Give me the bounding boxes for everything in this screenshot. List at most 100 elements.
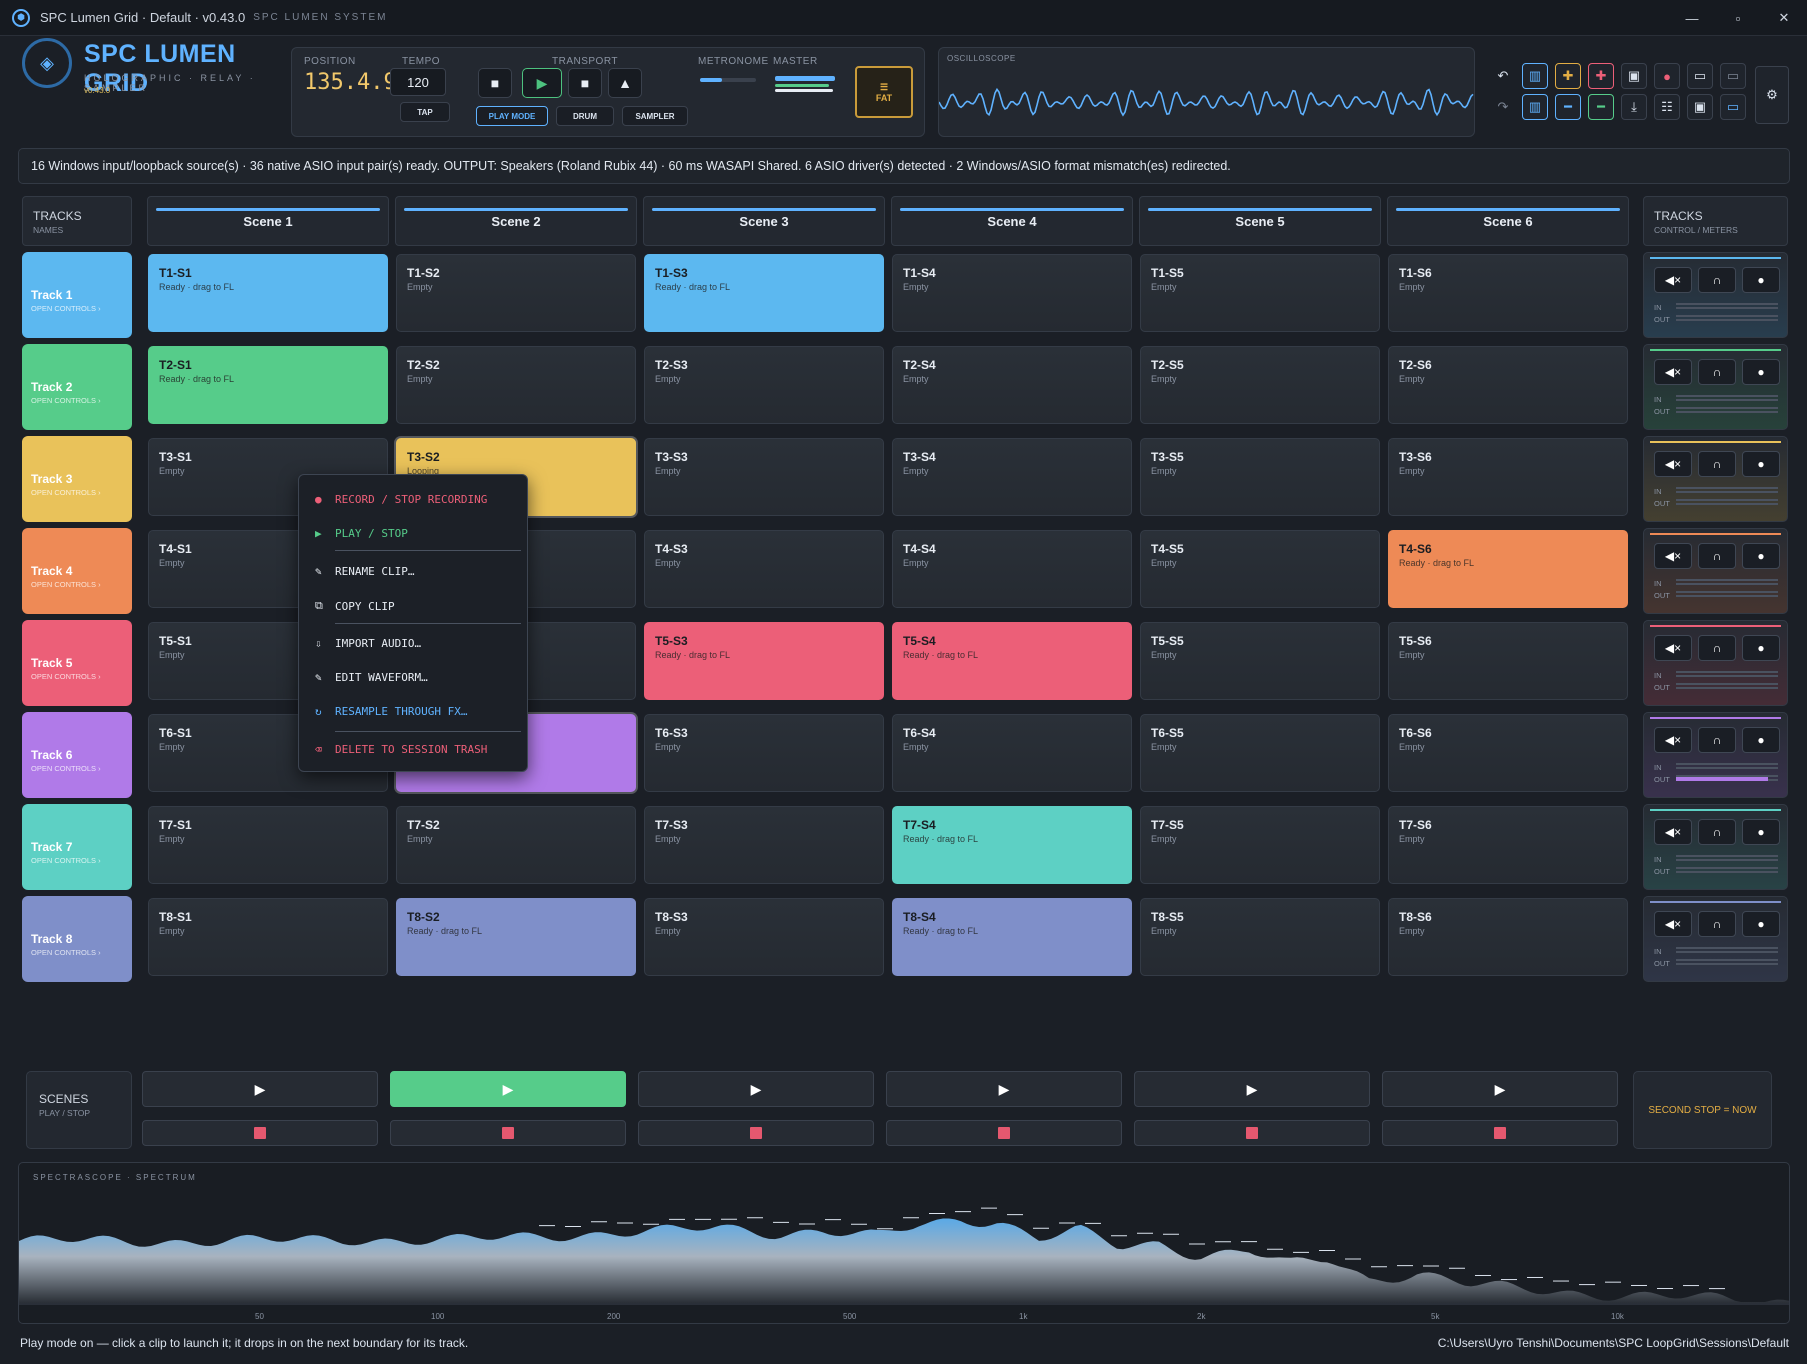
clip-slot[interactable]: T7-S2 Empty — [396, 806, 636, 884]
clip-slot[interactable]: T6-S5 Empty — [1140, 714, 1380, 792]
metronome-slider[interactable] — [700, 78, 756, 82]
tap-button[interactable]: TAP — [400, 102, 450, 122]
scene-header-4[interactable]: Scene 4 — [891, 196, 1133, 246]
clip-slot[interactable]: T4-S3 Empty — [644, 530, 884, 608]
stop-button[interactable]: ■ — [478, 68, 512, 98]
metronome-button[interactable]: ▲ — [608, 68, 642, 98]
clip-slot[interactable]: T6-S3 Empty — [644, 714, 884, 792]
add-scene-button[interactable]: ✚ — [1588, 63, 1614, 89]
clip-slot[interactable]: T4-S6 Ready · drag to FL — [1388, 530, 1628, 608]
mute-button[interactable]: ◀× — [1654, 451, 1692, 477]
track-button-2[interactable]: Track 2 OPEN CONTROLS › — [22, 344, 132, 430]
clip-slot[interactable]: T2-S3 Empty — [644, 346, 884, 424]
scene-play-button-6[interactable]: ▶ — [1382, 1071, 1618, 1107]
clip-slot[interactable]: T7-S6 Empty — [1388, 806, 1628, 884]
context-menu-item[interactable]: ▶ PLAY / STOP — [315, 527, 408, 540]
context-menu-item[interactable]: ↻ RESAMPLE THROUGH FX… — [315, 705, 467, 718]
clip-slot[interactable]: T8-S6 Empty — [1388, 898, 1628, 976]
scene-play-button-2[interactable]: ▶ — [390, 1071, 626, 1107]
fat-button[interactable]: ☰ FAT — [855, 66, 913, 118]
mute-button[interactable]: ◀× — [1654, 359, 1692, 385]
minimize-button[interactable]: — — [1669, 0, 1715, 36]
mute-button[interactable]: ◀× — [1654, 267, 1692, 293]
mute-button[interactable]: ◀× — [1654, 727, 1692, 753]
second-stop-button[interactable]: SECOND STOP = NOW — [1633, 1071, 1772, 1149]
scene-play-button-3[interactable]: ▶ — [638, 1071, 874, 1107]
clip-slot[interactable]: T4-S4 Empty — [892, 530, 1132, 608]
arm-record-button[interactable]: ● — [1742, 911, 1780, 937]
track-button-1[interactable]: Track 1 OPEN CONTROLS › — [22, 252, 132, 338]
arm-record-button[interactable]: ● — [1742, 451, 1780, 477]
mute-button[interactable]: ◀× — [1654, 635, 1692, 661]
clip-slot[interactable]: T1-S5 Empty — [1140, 254, 1380, 332]
arm-record-button[interactable]: ● — [1742, 819, 1780, 845]
solo-button[interactable]: ∩ — [1698, 819, 1736, 845]
clip-slot[interactable]: T8-S4 Ready · drag to FL — [892, 898, 1132, 976]
context-menu-item[interactable]: ● RECORD / STOP RECORDING — [315, 493, 487, 506]
solo-button[interactable]: ∩ — [1698, 635, 1736, 661]
solo-button[interactable]: ∩ — [1698, 359, 1736, 385]
clip-slot[interactable]: T5-S6 Empty — [1388, 622, 1628, 700]
clip-slot[interactable]: T5-S5 Empty — [1140, 622, 1380, 700]
clip-slot[interactable]: T7-S4 Ready · drag to FL — [892, 806, 1132, 884]
display-button[interactable]: ▭ — [1720, 63, 1746, 89]
clip-slot[interactable]: T1-S2 Empty — [396, 254, 636, 332]
scene-header-6[interactable]: Scene 6 — [1387, 196, 1629, 246]
context-menu-item[interactable]: ⧉ COPY CLIP — [315, 599, 395, 613]
save-button[interactable]: ▣ — [1621, 63, 1647, 89]
clip-slot[interactable]: T6-S4 Empty — [892, 714, 1132, 792]
scene-stop-button-2[interactable] — [390, 1120, 626, 1146]
clip-slot[interactable]: T8-S3 Empty — [644, 898, 884, 976]
clip-slot[interactable]: T2-S2 Empty — [396, 346, 636, 424]
drum-button[interactable]: DRUM — [556, 106, 614, 126]
clip-slot[interactable]: T3-S3 Empty — [644, 438, 884, 516]
clip-slot[interactable]: T6-S6 Empty — [1388, 714, 1628, 792]
track-button-7[interactable]: Track 7 OPEN CONTROLS › — [22, 804, 132, 890]
scene-stop-button-3[interactable] — [638, 1120, 874, 1146]
solo-button[interactable]: ∩ — [1698, 911, 1736, 937]
track-button-6[interactable]: Track 6 OPEN CONTROLS › — [22, 712, 132, 798]
clip-slot[interactable]: T1-S6 Empty — [1388, 254, 1628, 332]
stop-all-button[interactable]: ■ — [568, 68, 602, 98]
clip-slot[interactable]: T8-S5 Empty — [1140, 898, 1380, 976]
clip-slot[interactable]: T1-S3 Ready · drag to FL — [644, 254, 884, 332]
scene-play-button-5[interactable]: ▶ — [1134, 1071, 1370, 1107]
track-button-3[interactable]: Track 3 OPEN CONTROLS › — [22, 436, 132, 522]
arm-record-button[interactable]: ● — [1742, 635, 1780, 661]
add-track-button[interactable]: ✚ — [1555, 63, 1581, 89]
arm-record-button[interactable]: ● — [1742, 543, 1780, 569]
maximize-button[interactable]: ▫ — [1715, 0, 1761, 36]
remove-track-button[interactable]: ━ — [1555, 94, 1581, 120]
save-as-button[interactable]: ▣ — [1687, 94, 1713, 120]
play-mode-button[interactable]: PLAY MODE — [476, 106, 548, 126]
mixer-button[interactable]: ☷ — [1654, 94, 1680, 120]
scene-play-button-4[interactable]: ▶ — [886, 1071, 1122, 1107]
monitor-button[interactable]: ▭ — [1687, 63, 1713, 89]
context-menu-item[interactable]: ✎ RENAME CLIP… — [315, 565, 414, 578]
track-button-8[interactable]: Track 8 OPEN CONTROLS › — [22, 896, 132, 982]
tempo-input[interactable]: 120 — [390, 68, 446, 96]
scene-header-5[interactable]: Scene 5 — [1139, 196, 1381, 246]
clip-slot[interactable]: T2-S4 Empty — [892, 346, 1132, 424]
clip-slot[interactable]: T3-S6 Empty — [1388, 438, 1628, 516]
mute-button[interactable]: ◀× — [1654, 911, 1692, 937]
scene-stop-button-5[interactable] — [1134, 1120, 1370, 1146]
scene-header-1[interactable]: Scene 1 — [147, 196, 389, 246]
scene-stop-button-4[interactable] — [886, 1120, 1122, 1146]
remove-scene-button[interactable]: ━ — [1588, 94, 1614, 120]
clip-slot[interactable]: T8-S1 Empty — [148, 898, 388, 976]
clip-slot[interactable]: T2-S1 Ready · drag to FL — [148, 346, 388, 424]
clip-slot[interactable]: T2-S5 Empty — [1140, 346, 1380, 424]
clip-slot[interactable]: T2-S6 Empty — [1388, 346, 1628, 424]
clip-slot[interactable]: T1-S4 Empty — [892, 254, 1132, 332]
solo-button[interactable]: ∩ — [1698, 451, 1736, 477]
clip-slot[interactable]: T7-S3 Empty — [644, 806, 884, 884]
play-button[interactable]: ▶ — [522, 68, 562, 98]
arm-record-button[interactable]: ● — [1742, 727, 1780, 753]
sampler-button[interactable]: SAMPLER — [622, 106, 688, 126]
record-button[interactable]: ● — [1654, 63, 1680, 89]
scene-header-2[interactable]: Scene 2 — [395, 196, 637, 246]
clip-slot[interactable]: T3-S4 Empty — [892, 438, 1132, 516]
download-button[interactable]: ⤓ — [1621, 94, 1647, 120]
clip-slot[interactable]: T7-S1 Empty — [148, 806, 388, 884]
